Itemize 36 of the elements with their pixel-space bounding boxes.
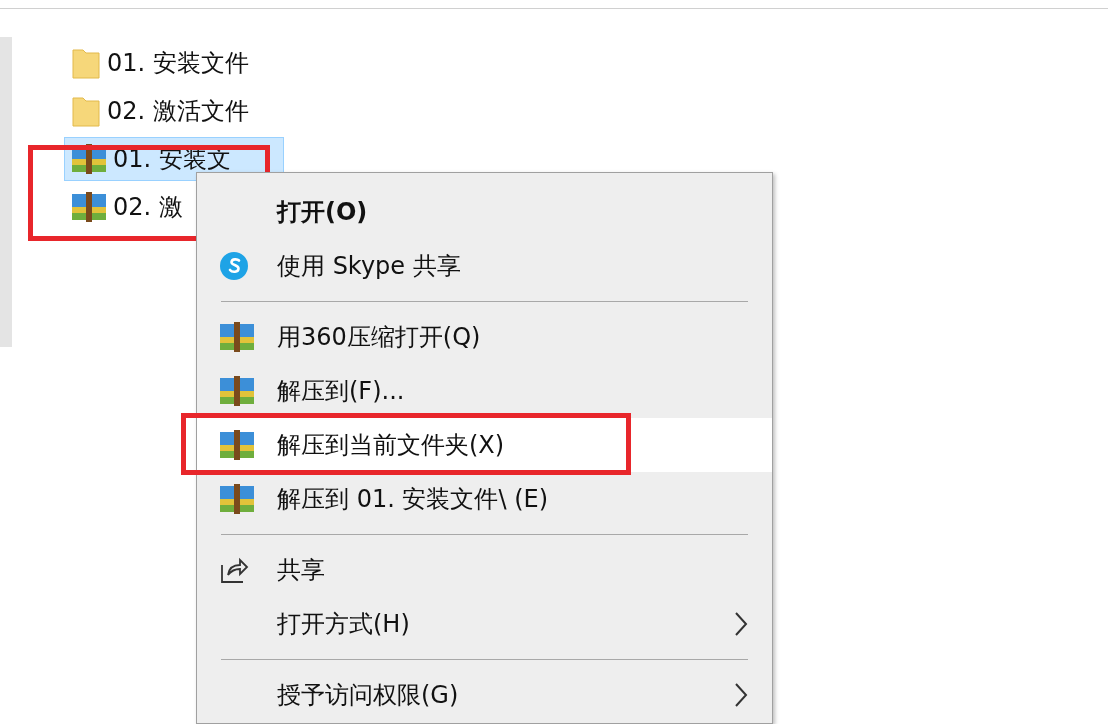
archive-icon	[219, 376, 255, 406]
menu-item[interactable]: 使用 Skype 共享	[197, 239, 772, 293]
archive-icon	[219, 484, 255, 514]
file-name: 02. 激活文件	[107, 96, 249, 127]
menu-item-label: 授予访问权限(G)	[277, 680, 460, 711]
menu-item[interactable]: 解压到(F)...	[197, 364, 772, 418]
menu-item[interactable]: 打开(O)	[197, 185, 772, 239]
folder-icon	[71, 94, 101, 128]
menu-item[interactable]: 授予访问权限(G)	[197, 668, 772, 722]
chevron-right-icon	[734, 611, 748, 637]
menu-item-label: 解压到 01. 安装文件\ (E)	[277, 484, 550, 515]
chevron-right-icon	[734, 682, 748, 708]
menu-item-label: 打开(O)	[277, 197, 369, 228]
scrollbar[interactable]	[0, 37, 12, 347]
menu-item[interactable]: 用360压缩打开(Q)	[197, 310, 772, 364]
menu-item-label: 打开方式(H)	[277, 609, 411, 640]
archive-icon	[71, 144, 107, 174]
menu-item-label: 用360压缩打开(Q)	[277, 322, 482, 353]
menu-item[interactable]: 打开方式(H)	[197, 597, 772, 651]
archive-icon	[219, 322, 255, 352]
file-item[interactable]: 02. 激活文件	[64, 89, 284, 133]
share-icon	[219, 555, 249, 585]
menu-item-label: 共享	[277, 555, 326, 586]
menu-item[interactable]: 解压到 01. 安装文件\ (E)	[197, 472, 772, 526]
file-item[interactable]: 01. 安装文件	[64, 41, 284, 85]
menu-item[interactable]: 解压到当前文件夹(X)	[197, 418, 772, 472]
menu-item-label: 解压到当前文件夹(X)	[277, 430, 506, 461]
file-name: 01. 安装文件	[107, 48, 249, 79]
menu-item-label: 解压到(F)...	[277, 376, 406, 407]
archive-icon	[71, 192, 107, 222]
archive-icon	[219, 430, 255, 460]
menu-item-label: 使用 Skype 共享	[277, 251, 462, 282]
skype-logo-icon	[219, 251, 249, 281]
file-name: 02. 激	[113, 192, 183, 223]
folder-icon	[71, 46, 101, 80]
menu-item[interactable]: 共享	[197, 543, 772, 597]
